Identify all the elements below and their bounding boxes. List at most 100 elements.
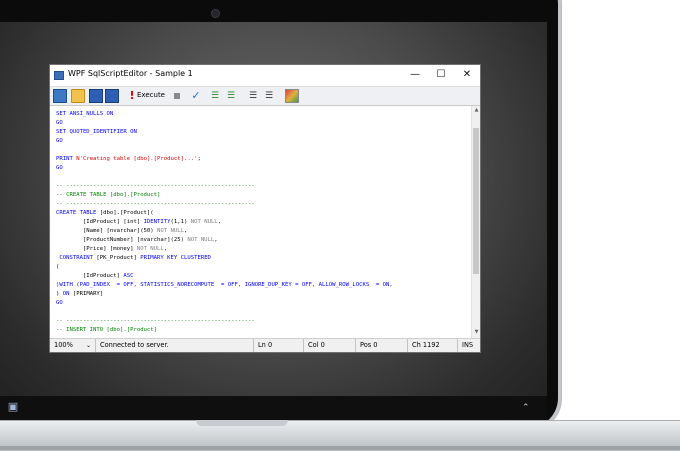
code-token: CONSTRAINT bbox=[56, 255, 97, 261]
zoom-select[interactable]: 100% ⌄ bbox=[50, 339, 96, 352]
code-line: )WITH (PAD_INDEX = OFF, STATISTICS_NOREC… bbox=[56, 281, 393, 290]
code-line: ( bbox=[56, 263, 59, 272]
code-line: PRINT N'Creating table [dbo].[Product]..… bbox=[56, 155, 201, 164]
code-token: [IdProduct] bbox=[56, 273, 124, 279]
code-token: [Price] [money] bbox=[56, 246, 137, 252]
indent-icon[interactable]: ☰ bbox=[208, 89, 222, 103]
code-line: [IdProduct] ASC bbox=[56, 272, 134, 281]
comment-icon[interactable]: ☰ bbox=[246, 89, 260, 103]
code-line: -- -------------------------------------… bbox=[56, 182, 255, 191]
code-token: GO bbox=[56, 165, 63, 171]
code-line: -- -------------------------------------… bbox=[56, 200, 255, 209]
char-indicator: Ch 1192 bbox=[408, 339, 458, 352]
code-token: PRINT bbox=[56, 156, 77, 162]
code-token: NOT NULL bbox=[187, 237, 215, 243]
close-button[interactable]: ✕ bbox=[454, 67, 480, 83]
code-token: -- -------------------------------------… bbox=[56, 183, 255, 189]
scroll-up-icon[interactable]: ▲ bbox=[473, 107, 480, 114]
status-bar: 100% ⌄ Connected to server. Ln 0 Col 0 P… bbox=[50, 338, 480, 352]
code-line: GO bbox=[56, 137, 63, 146]
code-token: ) bbox=[56, 291, 63, 297]
code-line: -- CREATE TABLE [dbo].[Product] bbox=[56, 191, 160, 200]
code-token: SET QUOTED_IDENTIFIER ON bbox=[56, 129, 137, 135]
toolbar: ! Execute ✓ ☰ ☰ ☰ ☰ bbox=[50, 86, 480, 106]
code-line: -- INSERT INTO [dbo].[Product] bbox=[56, 326, 157, 335]
code-line: SET QUOTED_IDENTIFIER ON bbox=[56, 128, 137, 137]
code-token: NOT NULL bbox=[157, 228, 184, 234]
code-token: )WITH (PAD_INDEX = OFF, STATISTICS_NOREC… bbox=[56, 282, 393, 288]
code-token: ( bbox=[56, 264, 60, 270]
window-title: WPF SqlScriptEditor - Sample 1 bbox=[68, 69, 193, 78]
code-token: GO bbox=[56, 138, 63, 144]
minimize-button[interactable]: — bbox=[402, 67, 428, 83]
zoom-value: 100% bbox=[54, 341, 73, 349]
code-token: NOT NULL bbox=[136, 246, 164, 252]
tray-arrow-icon[interactable]: ⌃ bbox=[522, 402, 536, 414]
position-indicator: Pos 0 bbox=[356, 339, 408, 352]
connect-icon[interactable] bbox=[53, 89, 67, 103]
open-folder-icon[interactable] bbox=[71, 89, 85, 103]
insert-mode-indicator: INS bbox=[462, 341, 474, 349]
code-token: , bbox=[184, 228, 188, 234]
save-icon[interactable] bbox=[89, 89, 103, 103]
laptop-shadow bbox=[0, 446, 680, 450]
desktop-screen: ▣ ⌃ WPF SqlScriptEditor - Sample 1 — ☐ ✕… bbox=[0, 22, 547, 420]
code-line: GO bbox=[56, 119, 63, 128]
code-line: [Name] [nvarchar](50) NOT NULL, bbox=[56, 227, 187, 236]
code-token: ; bbox=[197, 156, 201, 162]
scrollbar-thumb[interactable] bbox=[473, 128, 479, 274]
code-token: PRIMARY KEY CLUSTERED bbox=[140, 255, 211, 261]
code-token: [PK_Product] bbox=[96, 255, 141, 261]
app-window: WPF SqlScriptEditor - Sample 1 — ☐ ✕ ! E… bbox=[49, 64, 481, 353]
code-token: [IdProduct] [int] bbox=[56, 219, 144, 225]
code-token: ON bbox=[62, 291, 73, 297]
vertical-scrollbar[interactable]: ▲ ▼ bbox=[471, 106, 480, 338]
code-line: GO bbox=[56, 164, 63, 173]
code-token: -- INSERT INTO [dbo].[Product] bbox=[56, 327, 158, 333]
code-token: N'Creating table [dbo].[Product]...' bbox=[76, 156, 198, 162]
chevron-down-icon: ⌄ bbox=[86, 342, 92, 349]
code-token: IDENTITY bbox=[143, 219, 171, 225]
uncomment-icon[interactable]: ☰ bbox=[262, 89, 276, 103]
code-token: -- -------------------------------------… bbox=[56, 201, 255, 207]
stop-icon[interactable] bbox=[174, 93, 180, 99]
code-token: -- -------------------------------------… bbox=[56, 318, 255, 324]
code-line: CONSTRAINT [PK_Product] PRIMARY KEY CLUS… bbox=[56, 254, 211, 263]
code-token: [Name] [nvarchar](50) bbox=[56, 228, 158, 234]
code-token: (1,1) bbox=[170, 219, 191, 225]
laptop-notch bbox=[196, 420, 288, 426]
title-bar[interactable]: WPF SqlScriptEditor - Sample 1 — ☐ ✕ bbox=[50, 65, 480, 86]
code-line: -- -------------------------------------… bbox=[56, 317, 255, 326]
code-token: -- CREATE TABLE [dbo].[Product] bbox=[56, 192, 161, 198]
code-line: [ProductNumber] [nvarchar](25) NOT NULL, bbox=[56, 236, 218, 245]
start-icon[interactable]: ▣ bbox=[6, 400, 20, 414]
code-token: [dbo].[Product]( bbox=[99, 210, 154, 216]
code-line: ) ON [PRIMARY] bbox=[56, 290, 103, 299]
scroll-down-icon[interactable]: ▼ bbox=[473, 329, 480, 336]
code-token: ASC bbox=[123, 273, 134, 279]
code-token: GO bbox=[56, 120, 63, 126]
check-icon[interactable]: ✓ bbox=[189, 89, 203, 103]
code-token: NOT NULL bbox=[190, 219, 218, 225]
code-token: , bbox=[214, 237, 218, 243]
maximize-button[interactable]: ☐ bbox=[428, 67, 454, 83]
save-all-icon[interactable] bbox=[105, 89, 119, 103]
taskbar bbox=[0, 396, 547, 420]
code-line: [Price] [money] NOT NULL, bbox=[56, 245, 167, 254]
code-token: SET ANSI_NULLS ON bbox=[56, 111, 114, 117]
code-token: , bbox=[217, 219, 222, 225]
code-token: GO bbox=[56, 300, 63, 306]
line-indicator: Ln 0 bbox=[254, 339, 304, 352]
execute-button[interactable]: Execute bbox=[137, 91, 165, 99]
sql-editor[interactable]: SET ANSI_NULLS ON GO SET QUOTED_IDENTIFIER… bbox=[50, 106, 471, 338]
outdent-icon[interactable]: ☰ bbox=[224, 89, 238, 103]
code-line: [IdProduct] [int] IDENTITY(1,1) NOT NULL… bbox=[56, 218, 221, 227]
column-indicator: Col 0 bbox=[304, 339, 356, 352]
code-token: [PRIMARY] bbox=[72, 291, 104, 297]
code-line: SET ANSI_NULLS ON bbox=[56, 110, 113, 119]
code-token: , bbox=[163, 246, 168, 252]
format-icon[interactable] bbox=[285, 89, 299, 103]
camera-icon bbox=[211, 9, 220, 18]
code-token: [ProductNumber] [nvarchar](25) bbox=[56, 237, 188, 243]
app-icon bbox=[54, 71, 64, 80]
